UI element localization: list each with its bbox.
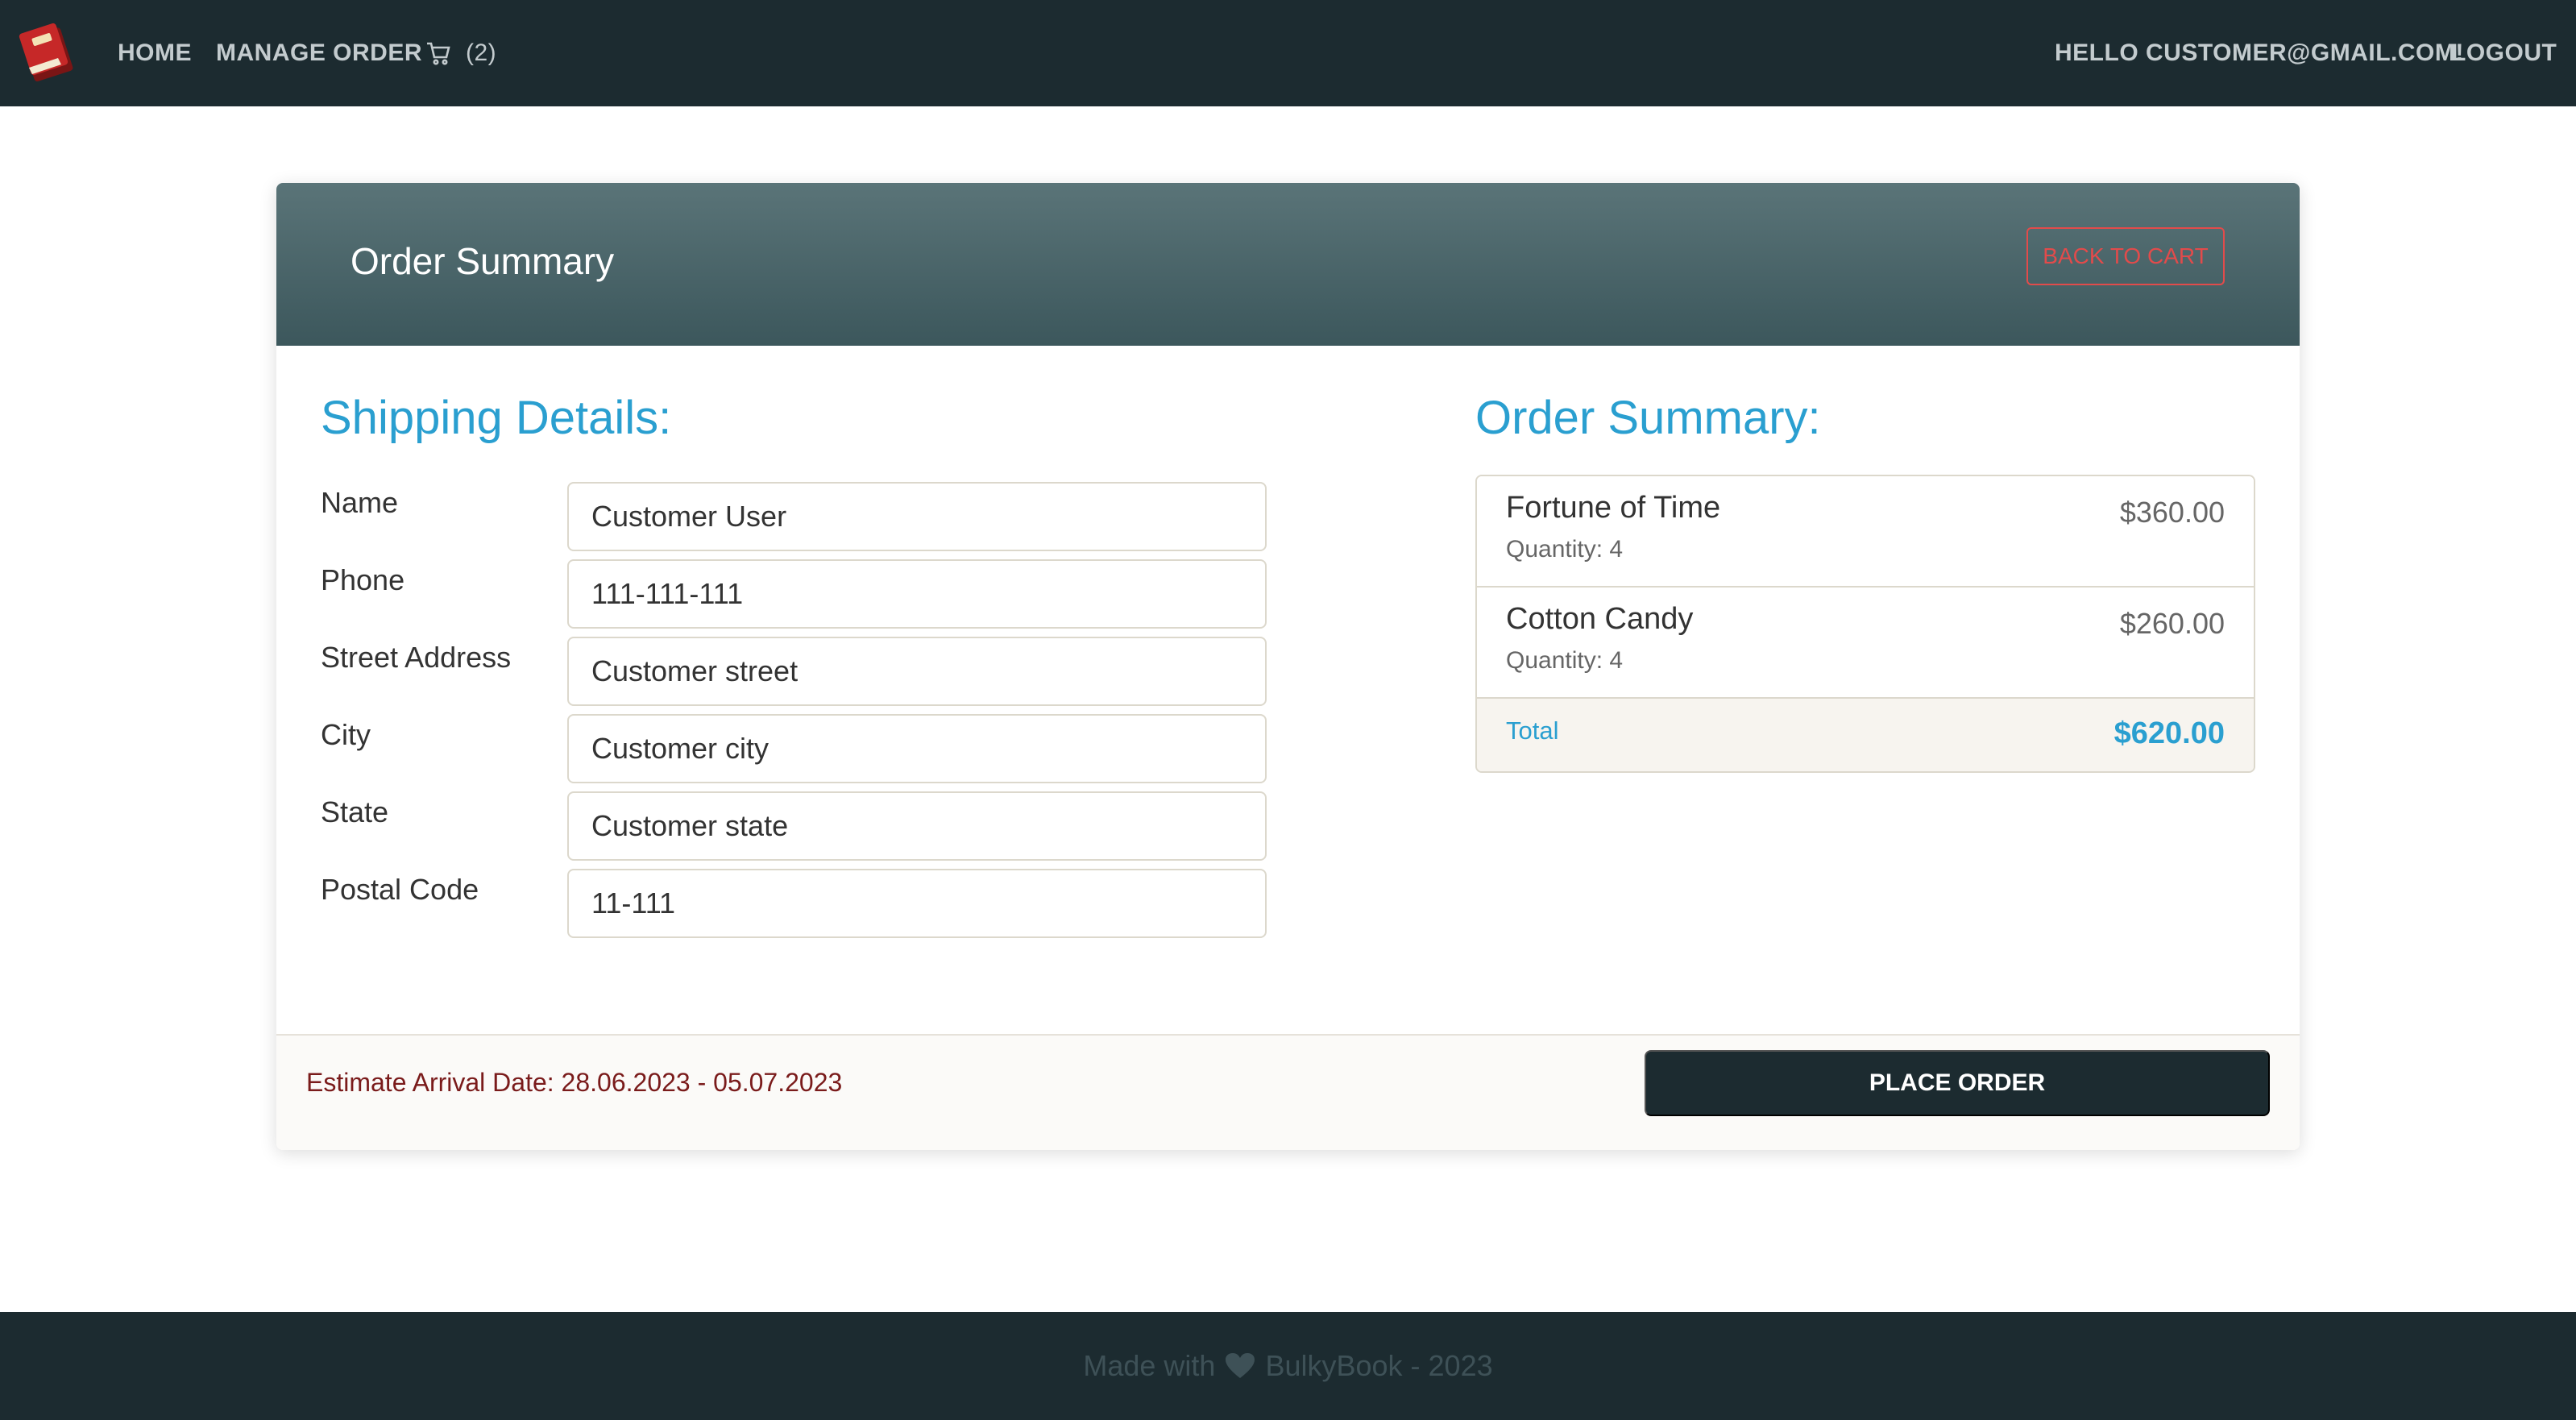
- total-label: Total: [1506, 716, 1559, 745]
- postal-code-input[interactable]: [567, 869, 1267, 938]
- order-summary-title: Order Summary:: [1475, 392, 1821, 444]
- estimated-arrival-date: Estimate Arrival Date: 28.06.2023 - 05.0…: [306, 1068, 843, 1097]
- street-address-label: Street Address: [321, 641, 512, 674]
- footer-made-with: Made with: [1083, 1349, 1216, 1382]
- postal-code-label: Postal Code: [321, 873, 479, 906]
- item-name: Fortune of Time: [1506, 491, 1721, 525]
- state-input[interactable]: [567, 791, 1267, 861]
- back-to-cart-button[interactable]: BACK TO CART: [2026, 227, 2225, 285]
- nav-home-link[interactable]: HOME: [118, 0, 192, 106]
- city-input[interactable]: [567, 714, 1267, 783]
- card-title: Order Summary: [351, 240, 615, 282]
- nav-manage-order-link[interactable]: MANAGE ORDER: [216, 0, 422, 106]
- list-item: Cotton Candy Quantity: 4 $260.00: [1477, 588, 2254, 699]
- total-value: $620.00: [2113, 716, 2225, 750]
- street-address-input[interactable]: [567, 637, 1267, 706]
- item-price: $360.00: [2119, 496, 2225, 529]
- cart-icon: [427, 42, 450, 65]
- phone-input[interactable]: [567, 559, 1267, 629]
- site-footer: Made with BulkyBook - 2023: [0, 1312, 2576, 1420]
- item-quantity: Quantity: 4: [1506, 647, 1624, 674]
- order-summary-list: Fortune of Time Quantity: 4 $360.00 Cott…: [1475, 475, 2255, 773]
- item-name: Cotton Candy: [1506, 602, 1694, 636]
- heart-icon: [1226, 1353, 1255, 1378]
- city-label: City: [321, 718, 371, 751]
- total-row: Total $620.00: [1477, 699, 2254, 771]
- name-input[interactable]: [567, 482, 1267, 551]
- shipping-details-title: Shipping Details:: [321, 392, 672, 444]
- logout-link[interactable]: LOGOUT: [2451, 0, 2557, 106]
- red-book-icon[interactable]: [16, 21, 77, 82]
- navbar: HOME MANAGE ORDER (2) HELLO CUSTOMER@GMA…: [0, 0, 2576, 106]
- phone-label: Phone: [321, 563, 405, 596]
- item-price: $260.00: [2119, 607, 2225, 640]
- card-footer: Estimate Arrival Date: 28.06.2023 - 05.0…: [276, 1034, 2300, 1150]
- name-label: Name: [321, 486, 399, 519]
- user-greeting[interactable]: HELLO CUSTOMER@GMAIL.COM!: [2055, 0, 2464, 106]
- order-summary-card: Order Summary BACK TO CART Shipping Deta…: [276, 183, 2300, 1150]
- list-item: Fortune of Time Quantity: 4 $360.00: [1477, 476, 2254, 588]
- footer-brand: BulkyBook - 2023: [1265, 1349, 1493, 1382]
- card-header: Order Summary BACK TO CART: [276, 183, 2300, 346]
- nav-cart-link[interactable]: (2): [425, 0, 496, 106]
- cart-count: (2): [466, 39, 497, 66]
- state-label: State: [321, 795, 389, 828]
- place-order-button[interactable]: PLACE ORDER: [1645, 1050, 2270, 1116]
- item-quantity: Quantity: 4: [1506, 536, 1624, 563]
